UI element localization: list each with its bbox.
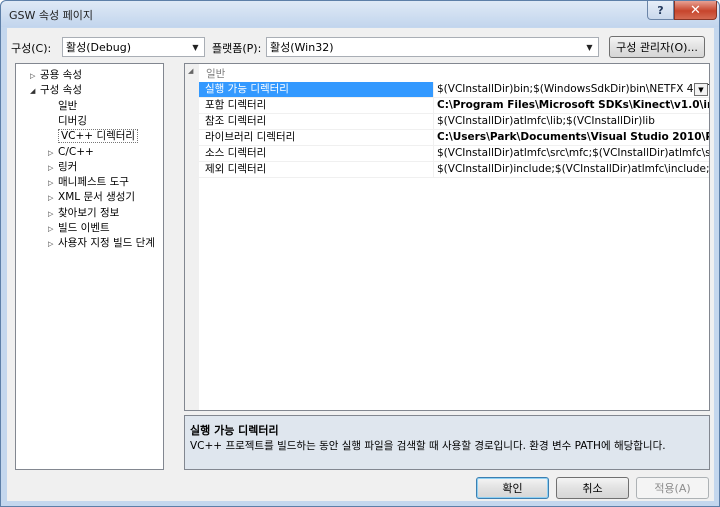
expander-icon[interactable]: ▷: [30, 69, 40, 84]
collapse-icon: ◢: [188, 67, 194, 75]
expander-icon[interactable]: ▷: [48, 146, 58, 161]
close-icon: ✕: [690, 2, 701, 18]
config-manager-button[interactable]: 구성 관리자(O)...: [609, 36, 705, 58]
tree-item-label: 빌드 이벤트: [58, 222, 110, 234]
dropdown-icon[interactable]: ▼: [694, 83, 708, 96]
tree-item[interactable]: 디버깅: [56, 114, 87, 129]
property-name: 라이브러리 디렉터리: [199, 130, 434, 145]
tree-item[interactable]: ▷ 공용 속성: [30, 68, 82, 83]
tree-item[interactable]: ▷ C/C++: [48, 145, 94, 160]
category-header[interactable]: ◢ 일반: [185, 66, 709, 81]
property-value[interactable]: $(VCInstallDir)atlmfc\src\mfc;$(VCInstal…: [437, 146, 709, 161]
tree-item[interactable]: ▷ 링커: [48, 160, 77, 175]
title-bar[interactable]: GSW 속성 페이지 ? ✕: [1, 1, 719, 27]
description-text: VC++ 프로젝트를 빌드하는 동안 실행 파일을 검색할 때 사용할 경로입니…: [190, 440, 666, 452]
property-row[interactable]: 실행 가능 디렉터리 $(VCInstallDir)bin;$(WindowsSd…: [199, 82, 709, 98]
property-grid[interactable]: ◢ 일반 실행 가능 디렉터리 $(VCInstallDir)bin;$(Wind…: [184, 63, 710, 411]
grid-gutter: [185, 64, 199, 410]
tree-item-label: 일반: [58, 100, 78, 112]
help-button[interactable]: ?: [647, 1, 674, 20]
property-pages-window: GSW 속성 페이지 ? ✕ 구성(C): 활성(Debug) ▼ 플랫폼(P)…: [0, 0, 720, 507]
expander-icon[interactable]: ▷: [48, 176, 58, 191]
property-name: 포함 디렉터리: [199, 98, 434, 113]
tree-item-label: VC++ 디렉터리: [58, 129, 139, 143]
property-row[interactable]: 참조 디렉터리 $(VCInstallDir)atlmfc\lib;$(VCIns…: [199, 114, 709, 130]
expander-icon[interactable]: ▷: [48, 207, 58, 222]
tree-item[interactable]: ◢ 구성 속성: [30, 83, 82, 98]
property-value[interactable]: C:\Program Files\Microsoft SDKs\Kinect\v…: [437, 98, 709, 113]
tree-item[interactable]: ▷ 사용자 지정 빌드 단계: [48, 236, 155, 251]
property-row[interactable]: 포함 디렉터리 C:\Program Files\Microsoft SDKs\K…: [199, 98, 709, 114]
chevron-down-icon: ▼: [586, 42, 593, 52]
close-button[interactable]: ✕: [674, 1, 717, 20]
tree-item[interactable]: ▷ XML 문서 생성기: [48, 190, 135, 205]
tree-item-label: XML 문서 생성기: [58, 191, 136, 203]
tree-item[interactable]: 일반: [56, 99, 77, 114]
property-row[interactable]: 제외 디렉터리 $(VCInstallDir)include;$(VCInstal…: [199, 162, 709, 178]
property-value[interactable]: $(VCInstallDir)bin;$(WindowsSdkDir)bin\N…: [437, 82, 709, 97]
property-row[interactable]: 라이브러리 디렉터리 C:\Users\Park\Documents\Visual…: [199, 130, 709, 146]
expander-icon[interactable]: ▷: [48, 222, 58, 237]
platform-combo[interactable]: 활성(Win32) ▼: [266, 37, 599, 57]
expander-icon[interactable]: ▷: [48, 237, 58, 252]
platform-value: 활성(Win32): [270, 41, 334, 54]
description-panel: 실행 가능 디렉터리 VC++ 프로젝트를 빌드하는 동안 실행 파일을 검색할…: [184, 415, 710, 470]
property-value[interactable]: C:\Users\Park\Documents\Visual Studio 20…: [437, 130, 709, 145]
tree-item-label: 공용 속성: [40, 69, 82, 81]
expander-icon[interactable]: ▷: [48, 191, 58, 206]
config-label: 구성(C):: [11, 42, 52, 55]
tree-item-label: 링커: [58, 161, 78, 173]
tree-item-label: 찾아보기 정보: [58, 207, 120, 219]
tree-item[interactable]: ▷ 매니페스트 도구: [48, 175, 129, 190]
property-name: 참조 디렉터리: [199, 114, 434, 129]
category-label: 일반: [206, 68, 226, 80]
property-row[interactable]: 소스 디렉터리 $(VCInstallDir)atlmfc\src\mfc;$(V…: [199, 146, 709, 162]
property-value[interactable]: $(VCInstallDir)include;$(VCInstallDir)at…: [437, 162, 709, 177]
chevron-down-icon: ▼: [192, 42, 199, 52]
cancel-button[interactable]: 취소: [556, 477, 629, 499]
tree-item[interactable]: VC++ 디렉터리: [56, 129, 139, 144]
apply-button[interactable]: 적용(A): [636, 477, 709, 499]
tree-item-label: C/C++: [58, 146, 94, 158]
expander-icon[interactable]: ◢: [30, 84, 40, 99]
property-name: 소스 디렉터리: [199, 146, 434, 161]
tree-item-label: 디버깅: [58, 115, 87, 127]
ok-button[interactable]: 확인: [476, 477, 549, 499]
tree-item[interactable]: ▷ 빌드 이벤트: [48, 221, 110, 236]
property-value[interactable]: $(VCInstallDir)atlmfc\lib;$(VCInstallDir…: [437, 114, 709, 129]
config-combo[interactable]: 활성(Debug) ▼: [62, 37, 205, 57]
category-tree[interactable]: ▷ 공용 속성 ◢ 구성 속성 일반 디버깅 VC++ 디렉터리 ▷ C/C++ ▷ 링커 ▷ 매니페스…: [15, 63, 164, 470]
help-icon: ?: [657, 3, 664, 17]
tree-item-label: 구성 속성: [40, 84, 82, 96]
window-title: GSW 속성 페이지: [9, 9, 93, 22]
tree-item[interactable]: ▷ 찾아보기 정보: [48, 206, 119, 221]
dialog-body: 구성(C): 활성(Debug) ▼ 플랫폼(P): 활성(Win32) ▼ 구…: [7, 28, 714, 501]
tree-item-label: 매니페스트 도구: [58, 176, 129, 188]
property-name: 제외 디렉터리: [199, 162, 434, 177]
platform-label: 플랫폼(P):: [212, 42, 262, 55]
expander-icon[interactable]: ▷: [48, 161, 58, 176]
description-title: 실행 가능 디렉터리: [190, 424, 279, 437]
config-value: 활성(Debug): [66, 41, 131, 54]
tree-item-label: 사용자 지정 빌드 단계: [58, 237, 155, 249]
property-name: 실행 가능 디렉터리: [199, 82, 434, 97]
